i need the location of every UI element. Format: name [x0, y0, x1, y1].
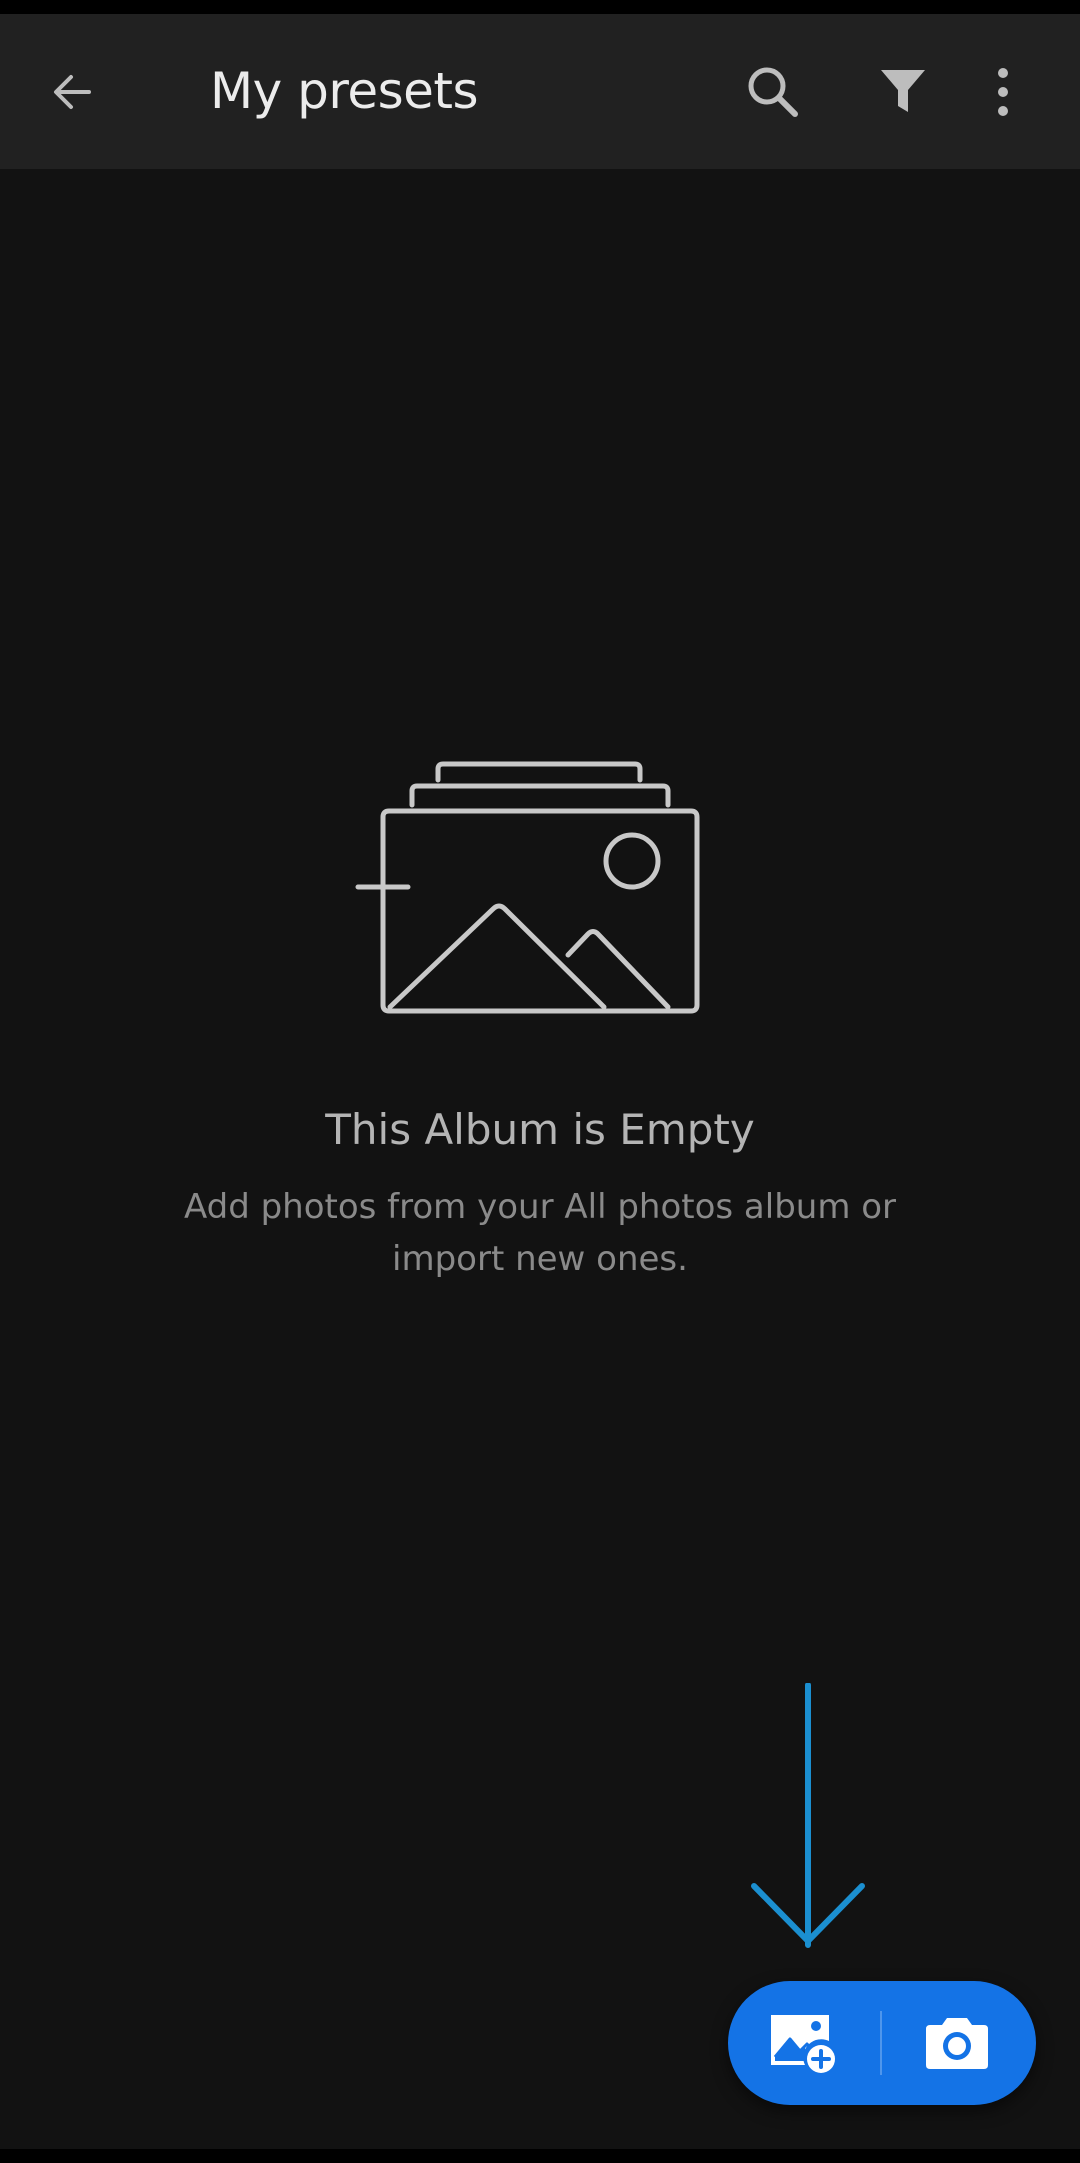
- add-photo-icon: [771, 2015, 835, 2073]
- add-photos-button[interactable]: [728, 1981, 878, 2105]
- more-options-button[interactable]: [948, 14, 1058, 169]
- more-vertical-icon: [998, 67, 1008, 116]
- down-arrow-hint-icon: [751, 1683, 865, 1948]
- empty-state-title: This Album is Empty: [325, 1105, 755, 1154]
- search-button[interactable]: [718, 14, 828, 169]
- album-content: [0, 169, 1080, 2149]
- status-bar: [0, 0, 1080, 14]
- empty-state-description: Add photos from your All photos album or…: [183, 1187, 897, 1279]
- camera-button[interactable]: [882, 1981, 1032, 2105]
- page-title: My presets: [210, 62, 479, 120]
- camera-icon: [926, 2018, 988, 2069]
- filter-button[interactable]: [848, 14, 958, 169]
- arrow-left-icon: [54, 74, 91, 109]
- filter-icon: [881, 69, 925, 112]
- app-bar: My presets: [0, 14, 1080, 169]
- search-icon: [748, 67, 798, 117]
- empty-album-icon: [355, 761, 700, 1014]
- bottom-edge: [0, 2149, 1080, 2163]
- add-photos-fab: [728, 1981, 1036, 2105]
- back-button[interactable]: [18, 14, 128, 169]
